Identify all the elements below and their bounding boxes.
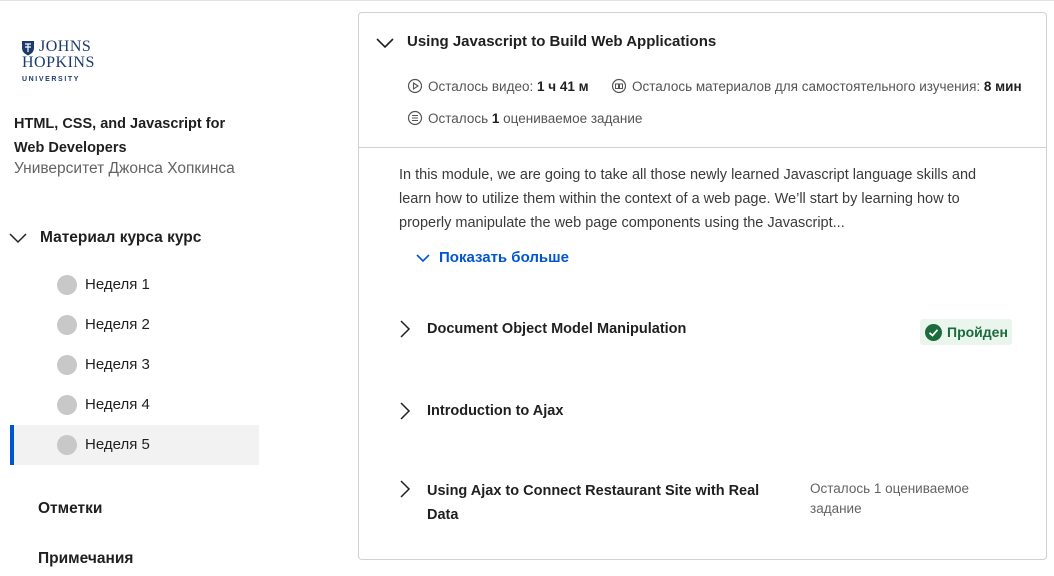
graded-count: 1 <box>491 110 500 126</box>
sidebar-item-week-4[interactable]: Неделя 4 <box>10 385 259 425</box>
video-remaining-value: 1 ч 41 м <box>536 78 589 94</box>
week-label: Неделя 3 <box>85 356 150 373</box>
module-description: In this module, we are going to take all… <box>399 167 977 231</box>
module-header[interactable]: Using Javascript to Build Web Applicatio… <box>359 13 1046 148</box>
sidebar-item-week-2[interactable]: Неделя 2 <box>10 305 259 345</box>
course-university[interactable]: Университет Джонса Хопкинса <box>14 160 235 178</box>
week-status-dot <box>57 315 77 335</box>
reading-remaining: Осталось материалов для самостоятельного… <box>611 78 1022 94</box>
completed-badge-label: Пройден <box>947 324 1008 340</box>
course-material-toggle[interactable]: Материал курса курс <box>8 226 201 250</box>
week-label: Неделя 5 <box>85 436 150 453</box>
week-status-dot <box>57 435 77 455</box>
video-remaining: Осталось видео: 1 ч 41 м <box>407 78 589 94</box>
completed-badge: Пройден <box>920 319 1012 345</box>
module-panel: Using Javascript to Build Web Applicatio… <box>358 12 1047 560</box>
chevron-down-icon <box>376 38 394 49</box>
university-logo[interactable]: JOHNS HOPKINS UNIVERSITY <box>20 38 110 86</box>
book-icon <box>611 78 627 94</box>
top-divider <box>0 0 1054 1</box>
lesson-title: Introduction to Ajax <box>427 403 564 419</box>
chevron-right-icon <box>400 320 411 338</box>
sidebar-item-week-1[interactable]: Неделя 1 <box>10 265 259 305</box>
sidebar-item-notes[interactable]: Примечания <box>38 550 133 568</box>
sidebar-item-week-5[interactable]: Неделя 5 <box>10 425 259 465</box>
week-label: Неделя 2 <box>85 316 150 333</box>
assignment-icon <box>407 110 423 126</box>
week-status-dot <box>57 395 77 415</box>
graded-remaining: Осталось 1 оцениваемое задание <box>407 110 642 126</box>
check-circle-icon <box>925 323 942 341</box>
week-status-dot <box>57 275 77 295</box>
chevron-right-icon <box>400 402 411 420</box>
chevron-down-icon <box>9 233 27 244</box>
chevron-right-icon <box>400 480 411 498</box>
video-remaining-label: Осталось видео: <box>428 78 534 94</box>
reading-remaining-value: 8 мин <box>983 78 1022 94</box>
show-more-label: Показать больше <box>439 249 569 266</box>
lesson-title: Document Object Model Manipulation <box>427 321 687 337</box>
course-title[interactable]: HTML, CSS, and Javascript for Web Develo… <box>14 112 254 160</box>
sidebar-item-week-3[interactable]: Неделя 3 <box>10 345 259 385</box>
week-label: Неделя 1 <box>85 276 150 293</box>
week-status-dot <box>57 355 77 375</box>
lesson-remaining-status: Осталось 1 оцениваемое задание <box>810 481 970 516</box>
logo-text-hopkins: HOPKINS <box>22 54 95 71</box>
play-circle-icon <box>407 78 423 94</box>
show-more-button[interactable]: Показать больше <box>415 249 569 266</box>
graded-suffix: оцениваемое задание <box>503 110 643 126</box>
chevron-down-icon <box>416 253 430 262</box>
sidebar-item-grades[interactable]: Отметки <box>38 500 102 518</box>
reading-remaining-label: Осталось материалов для самостоятельного… <box>632 78 981 94</box>
week-label: Неделя 4 <box>85 396 150 413</box>
course-material-label: Материал курса курс <box>40 229 202 246</box>
logo-text-university: UNIVERSITY <box>22 76 81 83</box>
graded-prefix: Осталось <box>428 110 489 126</box>
lesson-title: Using Ajax to Connect Restaurant Site wi… <box>427 483 760 523</box>
module-title: Using Javascript to Build Web Applicatio… <box>407 33 717 50</box>
